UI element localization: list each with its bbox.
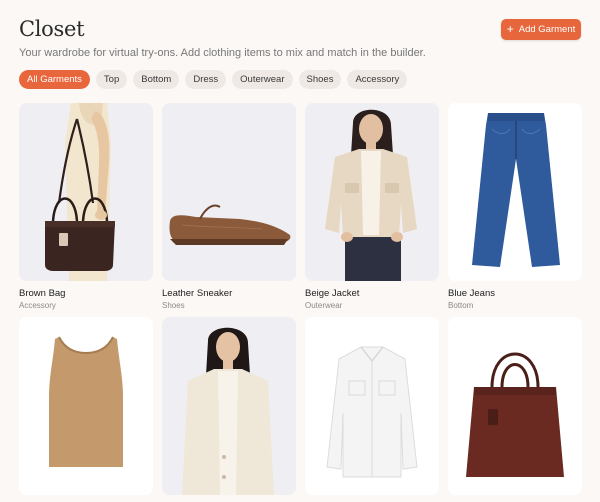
- garment-image-brown-bag: [19, 103, 153, 281]
- plus-icon: +: [506, 22, 514, 36]
- add-garment-button[interactable]: + Add Garment: [501, 19, 581, 40]
- filter-shoes[interactable]: Shoes: [298, 70, 342, 89]
- garment-name: Beige Jacket: [305, 288, 360, 299]
- garment-card[interactable]: Beige Jacket Outerwear: [305, 103, 439, 310]
- garment-category: Bottom: [448, 301, 474, 310]
- filter-outerwear[interactable]: Outerwear: [232, 70, 293, 89]
- garment-image-blue-jeans: [448, 103, 582, 281]
- garment-card[interactable]: [448, 317, 582, 502]
- garment-name: Leather Sneaker: [162, 288, 233, 299]
- garment-card[interactable]: [19, 317, 153, 502]
- page-subtitle: Your wardrobe for virtual try-ons. Add c…: [19, 47, 426, 59]
- filter-dress[interactable]: Dress: [185, 70, 227, 89]
- garment-card[interactable]: Leather Sneaker Shoes: [162, 103, 296, 310]
- category-filters: All Garments Top Bottom Dress Outerwear …: [19, 70, 408, 89]
- garment-card[interactable]: Blue Jeans Bottom: [448, 103, 582, 310]
- garment-image-burgundy-bag: [448, 317, 582, 495]
- filter-accessory[interactable]: Accessory: [347, 70, 408, 89]
- filter-all-garments[interactable]: All Garments: [19, 70, 90, 89]
- garment-card[interactable]: Brown Bag Accessory: [19, 103, 153, 310]
- garment-category: Shoes: [162, 301, 185, 310]
- garment-image-cream-blazer: [162, 317, 296, 495]
- garment-card[interactable]: [162, 317, 296, 502]
- page-title: Closet: [19, 17, 85, 41]
- garment-image-white-shirt: [305, 317, 439, 495]
- filter-top[interactable]: Top: [95, 70, 128, 89]
- garment-image-beige-jacket: [305, 103, 439, 281]
- garment-image-leather-sneaker: [162, 103, 296, 281]
- garment-image-knit-tank: [19, 317, 153, 495]
- garment-card[interactable]: [305, 317, 439, 502]
- filter-bottom[interactable]: Bottom: [133, 70, 180, 89]
- garment-name: Brown Bag: [19, 288, 66, 299]
- garment-category: Accessory: [19, 301, 56, 310]
- garment-name: Blue Jeans: [448, 288, 496, 299]
- garment-category: Outerwear: [305, 301, 343, 310]
- add-garment-label: Add Garment: [518, 24, 576, 35]
- closet-page: Closet Your wardrobe for virtual try-ons…: [0, 0, 600, 495]
